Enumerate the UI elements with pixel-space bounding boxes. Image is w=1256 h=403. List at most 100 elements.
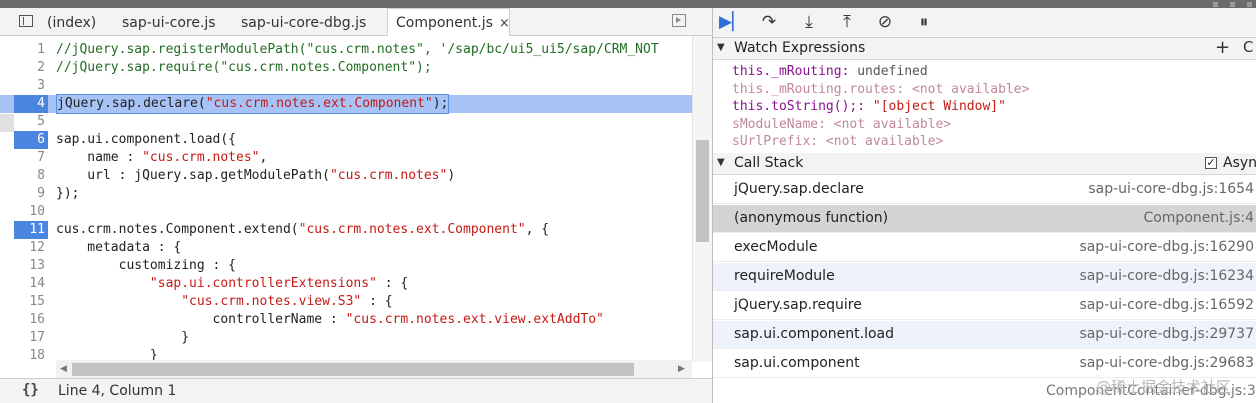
tab-sap-ui-core[interactable]: sap-ui-core.js xyxy=(122,8,216,35)
code-line[interactable]: 4 jQuery.sap.declare("cus.crm.notes.ext.C… xyxy=(0,94,692,114)
line-number[interactable]: 13 xyxy=(14,257,48,275)
call-frame[interactable]: jQuery.sap.declare sap-ui-core-dbg.js:165… xyxy=(713,176,1256,204)
async-checkbox[interactable]: ✓ xyxy=(1205,157,1217,169)
refresh-icon[interactable]: C xyxy=(1243,38,1253,56)
code-line[interactable]: 3 xyxy=(0,77,692,95)
frame-function: execModule xyxy=(734,239,818,255)
code-line[interactable]: 11 cus.crm.notes.Component.extend("cus.cr… xyxy=(0,221,692,239)
async-label: Async xyxy=(1223,155,1256,171)
code-line[interactable]: 2 //jQuery.sap.require("cus.crm.notes.Com… xyxy=(0,59,692,77)
step-into-icon[interactable]: ⤓ xyxy=(796,11,822,33)
frame-location[interactable]: Component.js:4 xyxy=(1143,210,1254,226)
vertical-scrollbar[interactable] xyxy=(692,36,712,362)
watch-expressions-header[interactable]: ▼ Watch Expressions + C xyxy=(713,37,1256,60)
line-number[interactable]: 7 xyxy=(14,149,48,167)
frame-location[interactable]: sap-ui-core-dbg.js:1654 xyxy=(1088,181,1254,197)
tab-index[interactable]: (index) xyxy=(47,8,96,35)
line-number[interactable]: 8 xyxy=(14,167,48,185)
breakpoint-line-number[interactable]: 4 xyxy=(14,95,48,113)
scroll-right-icon[interactable]: ▶ xyxy=(678,364,685,374)
horizontal-scrollbar[interactable]: ◀ ▶ xyxy=(56,360,692,378)
frame-function: (anonymous function) xyxy=(734,210,889,226)
frame-function: sap.ui.component.load xyxy=(734,326,894,342)
code-editor[interactable]: 1 //jQuery.sap.registerModulePath("cus.cr… xyxy=(0,36,712,378)
line-number[interactable]: 5 xyxy=(14,113,48,131)
frame-function: jQuery.sap.require xyxy=(734,297,862,313)
editor-status-bar: {} Line 4, Column 1 xyxy=(0,378,712,403)
frame-location[interactable]: sap-ui-core-dbg.js:29683 xyxy=(1079,355,1254,371)
call-frame[interactable]: jQuery.sap.require sap-ui-core-dbg.js:165… xyxy=(713,292,1256,320)
watch-expression[interactable]: this._mRouting: undefined xyxy=(732,63,928,81)
line-number[interactable]: 1 xyxy=(14,41,48,59)
window-control[interactable] xyxy=(1247,2,1252,7)
call-frame-selected[interactable]: (anonymous function) Component.js:4 xyxy=(713,205,1256,233)
call-frame[interactable]: requireModule sap-ui-core-dbg.js:16234 xyxy=(713,263,1256,291)
line-number[interactable]: 18 xyxy=(14,347,48,365)
toggle-navigator-icon[interactable] xyxy=(19,15,33,27)
line-number[interactable]: 12 xyxy=(14,239,48,257)
step-over-icon[interactable]: ↷ xyxy=(756,11,782,33)
pause-on-exceptions-icon[interactable]: ⏸ xyxy=(911,11,937,33)
collapse-icon[interactable]: ▼ xyxy=(717,157,725,168)
call-frame[interactable]: sap.ui.component sap-ui-core-dbg.js:29683 xyxy=(713,350,1256,378)
close-tab-icon[interactable]: × xyxy=(499,16,510,31)
frame-location[interactable]: sap-ui-core-dbg.js:16592 xyxy=(1079,297,1254,313)
call-frame[interactable]: execModule sap-ui-core-dbg.js:16290 xyxy=(713,234,1256,262)
code-token: : { xyxy=(361,294,393,309)
frame-location[interactable]: sap-ui-core-dbg.js:16290 xyxy=(1079,239,1254,255)
code-text: //jQuery.sap.registerModulePath("cus.crm… xyxy=(56,41,659,59)
resume-icon[interactable]: ▶▏ xyxy=(719,11,745,33)
collapse-icon[interactable]: ▼ xyxy=(717,42,725,53)
line-number[interactable]: 14 xyxy=(14,275,48,293)
window-control[interactable] xyxy=(1213,2,1218,7)
code-line[interactable]: 8 url : jQuery.sap.getModulePath("cus.cr… xyxy=(0,167,692,185)
line-number[interactable]: 9 xyxy=(14,185,48,203)
line-number[interactable]: 10 xyxy=(14,203,48,221)
line-number[interactable]: 3 xyxy=(14,77,48,95)
code-line[interactable]: 6 sap.ui.component.load({ xyxy=(0,131,692,149)
line-number[interactable]: 2 xyxy=(14,59,48,77)
frame-location[interactable]: sap-ui-core-dbg.js:16234 xyxy=(1079,268,1254,284)
watch-key: sUrlPrefix: xyxy=(732,134,819,149)
tab-sap-ui-core-dbg[interactable]: sap-ui-core-dbg.js xyxy=(241,8,366,35)
line-number[interactable]: 15 xyxy=(14,293,48,311)
code-line[interactable]: 1 //jQuery.sap.registerModulePath("cus.cr… xyxy=(0,41,692,59)
scroll-left-icon[interactable]: ◀ xyxy=(60,364,67,374)
code-text: metadata : { xyxy=(56,239,181,257)
code-line[interactable]: 16 controllerName : "cus.crm.notes.ext.v… xyxy=(0,311,692,329)
pretty-print-button[interactable]: {} xyxy=(22,382,39,398)
vertical-scroll-thumb[interactable] xyxy=(696,140,709,242)
code-line[interactable]: 10 xyxy=(0,203,692,221)
cursor-position: Line 4, Column 1 xyxy=(58,383,177,399)
breakpoint-line-number[interactable]: 6 xyxy=(14,131,48,149)
code-line[interactable]: 7 name : "cus.crm.notes", xyxy=(0,149,692,167)
code-line[interactable]: 5 xyxy=(0,113,692,131)
call-frame[interactable]: sap.ui.component.load sap-ui-core-dbg.js:… xyxy=(713,321,1256,349)
watch-expression[interactable]: this.toString();: "[object Window]" xyxy=(732,98,1006,116)
watch-expression[interactable]: this._mRouting.routes: <not available> xyxy=(732,81,1029,99)
code-line[interactable]: 13 customizing : { xyxy=(0,257,692,275)
line-number[interactable]: 16 xyxy=(14,311,48,329)
watch-expression[interactable]: sUrlPrefix: <not available> xyxy=(732,133,943,151)
watch-value: <not available> xyxy=(904,81,1030,97)
line-number[interactable]: 17 xyxy=(14,329,48,347)
code-line[interactable]: 15 "cus.crm.notes.view.S3" : { xyxy=(0,293,692,311)
code-token: , { xyxy=(525,222,550,237)
breakpoint-line-number[interactable]: 11 xyxy=(14,221,48,239)
step-out-icon[interactable]: ⤒ xyxy=(834,11,860,33)
horizontal-scroll-thumb[interactable] xyxy=(72,363,634,376)
code-line[interactable]: 17 } xyxy=(0,329,692,347)
add-expression-icon[interactable]: + xyxy=(1215,37,1230,58)
code-line[interactable]: 12 metadata : { xyxy=(0,239,692,257)
frame-location[interactable]: sap-ui-core-dbg.js:29737 xyxy=(1079,326,1254,342)
call-stack-header[interactable]: ▼ Call Stack ✓ Async xyxy=(713,153,1256,175)
watch-expression[interactable]: sModuleName: <not available> xyxy=(732,116,951,134)
window-control[interactable] xyxy=(1230,2,1235,7)
code-line[interactable]: 14 "sap.ui.controllerExtensions" : { xyxy=(0,275,692,293)
string-token: "cus.crm.notes.view.S3" xyxy=(181,294,362,309)
code-line[interactable]: 9}); xyxy=(0,185,692,203)
deactivate-breakpoints-icon[interactable]: ⊘ xyxy=(872,11,898,33)
tab-component-js[interactable]: Component.js × xyxy=(387,8,510,36)
code-text: }); xyxy=(56,185,79,203)
toggle-debugger-icon[interactable] xyxy=(672,14,686,27)
